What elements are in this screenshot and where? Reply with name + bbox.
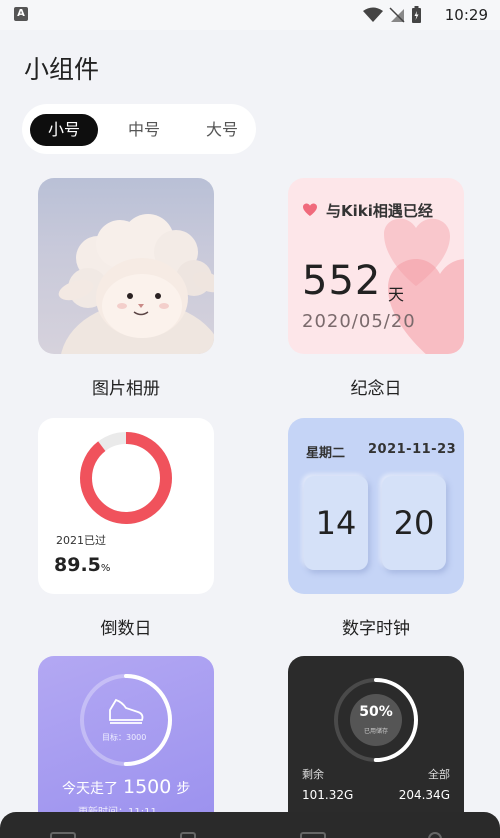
steps-today: 今天走了 1500 步 [62, 776, 190, 798]
wifi-icon [363, 7, 383, 22]
countdown-widget[interactable]: 2021已过 89.5% [38, 418, 214, 594]
countdown-label: 倒数日 [100, 619, 152, 639]
battery-icon [412, 6, 421, 23]
storage-remain-label: 剩余 [302, 768, 324, 781]
page-title: 小组件 [24, 55, 100, 84]
countdown-percent-unit: % [100, 563, 111, 574]
anniversary-days: 552 [302, 258, 382, 304]
storage-total-label: 全部 [428, 768, 450, 781]
notification-a-icon: A [14, 7, 28, 21]
steps-widget[interactable]: 目标：3000 今天走了1500步 更新时间：11:11 [38, 656, 214, 838]
storage-widget[interactable]: 50% 已用储存 剩余 全部 101.32G 204.34G [288, 656, 464, 838]
storage-percent: 50% [359, 704, 393, 720]
tab-medium[interactable]: 中号 [114, 114, 174, 146]
storage-progress-ring [334, 678, 418, 762]
storage-remain-value: 101.32G [302, 788, 354, 802]
photo-album-widget[interactable] [38, 178, 214, 354]
status-bar: A 10:29 [0, 0, 500, 30]
tab-small[interactable]: 小号 [30, 114, 98, 146]
anniversary-date: 2020/05/20 [302, 311, 416, 332]
sneaker-icon [109, 698, 144, 724]
storage-used-label: 已用储存 [363, 728, 388, 735]
nav-widgets-icon[interactable] [180, 832, 196, 838]
steps-count: 1500 [123, 776, 172, 798]
clock-date: 2021-11-23 [368, 442, 457, 457]
steps-suffix: 步 [176, 781, 191, 797]
bottom-nav-bar [0, 812, 500, 838]
nav-home-icon[interactable] [50, 832, 76, 838]
steps-goal: 目标：3000 [102, 733, 147, 742]
digital-clock-label: 数字时钟 [342, 619, 410, 639]
tab-large[interactable]: 大号 [192, 114, 252, 146]
countdown-percent-value: 89.5 [54, 554, 101, 576]
countdown-percent: 89.5% [54, 554, 110, 576]
status-time: 10:29 [444, 6, 488, 24]
clock-weekday: 星期二 [306, 446, 346, 461]
anniversary-widget[interactable]: 与Kiki相遇已经 552 天 2020/05/20 [288, 178, 464, 354]
lamb-plush-image [58, 214, 214, 354]
steps-prefix: 今天走了 [62, 781, 118, 797]
nav-profile-icon[interactable] [428, 832, 442, 838]
digital-clock-widget[interactable]: 星期二 2021-11-23 14 20 [288, 418, 464, 594]
size-tabs: 小号 中号 大号 [22, 104, 256, 154]
heart-icon [303, 203, 317, 216]
photo-album-label: 图片相册 [92, 379, 160, 399]
clock-hour: 14 [315, 504, 357, 542]
nav-theme-icon[interactable] [300, 832, 326, 838]
no-signal-icon [389, 7, 405, 23]
anniversary-label: 纪念日 [350, 379, 402, 399]
anniversary-title: 与Kiki相遇已经 [326, 202, 433, 220]
countdown-year-text: 2021已过 [56, 534, 106, 547]
clock-minute: 20 [393, 504, 435, 542]
clock-hour-box: 14 [304, 476, 368, 570]
clock-minute-box: 20 [382, 476, 446, 570]
storage-total-value: 204.34G [398, 788, 450, 802]
status-icons [363, 6, 422, 24]
anniversary-unit: 天 [388, 285, 405, 304]
